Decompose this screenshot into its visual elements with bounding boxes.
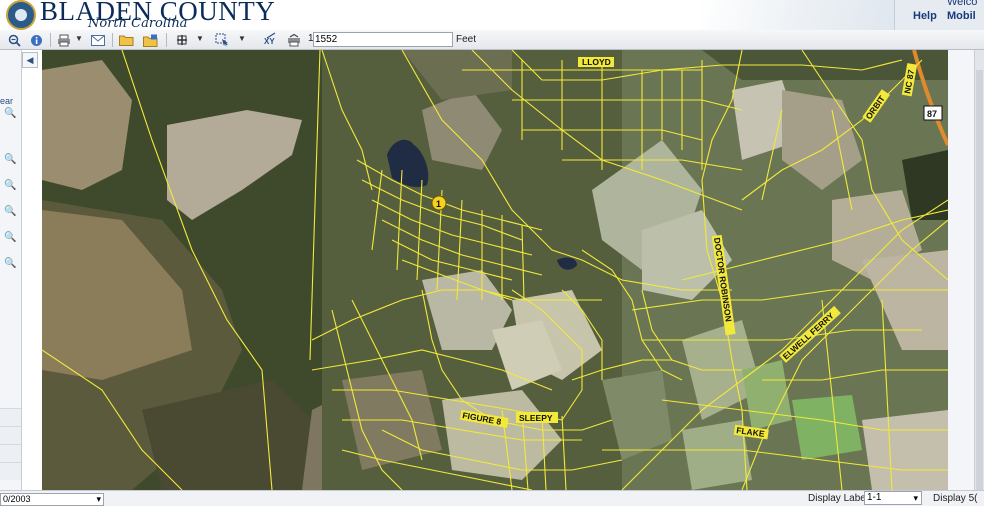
measure-dropdown-caret[interactable]: ▼ bbox=[196, 34, 204, 43]
print-dropdown-caret[interactable]: ▼ bbox=[75, 34, 83, 43]
highway-shield-87: 87 bbox=[927, 109, 937, 119]
list-item bbox=[0, 462, 21, 480]
road-label-lloyd: LLOYD bbox=[582, 57, 611, 67]
folder-save-icon[interactable] bbox=[142, 32, 158, 48]
zoom-out-icon[interactable] bbox=[6, 32, 22, 48]
search-icon[interactable]: 🔍 bbox=[4, 154, 16, 166]
scrollbar-thumb[interactable] bbox=[976, 70, 983, 506]
help-link[interactable]: Help bbox=[913, 10, 937, 22]
search-icon[interactable]: 🔍 bbox=[4, 206, 16, 218]
info-icon[interactable] bbox=[28, 32, 44, 48]
county-seal-icon bbox=[6, 0, 36, 30]
marker-label: 1 bbox=[436, 199, 441, 209]
gis-app: BLADEN COUNTY North Carolina Welco Help … bbox=[0, 0, 984, 506]
display-option-label: Display 5( bbox=[933, 493, 978, 504]
date-select[interactable]: 0/2003 bbox=[0, 493, 104, 506]
clear-link[interactable]: ear bbox=[0, 96, 13, 106]
map-view[interactable]: LLOYD ORBIT NC 87 87 DOCTOR ROBINSON ELW… bbox=[42, 50, 948, 490]
print-icon[interactable] bbox=[56, 32, 72, 48]
print-map-icon[interactable] bbox=[286, 32, 302, 48]
state-name-logo: North Carolina bbox=[88, 16, 188, 31]
welcome-text: Welco bbox=[947, 0, 978, 8]
toolbar-separator bbox=[112, 33, 113, 47]
collapse-left-button[interactable]: ◀ bbox=[22, 52, 38, 68]
search-icon[interactable]: 🔍 bbox=[4, 232, 16, 244]
toolbar-separator bbox=[166, 33, 167, 47]
list-item bbox=[0, 408, 21, 426]
list-item bbox=[0, 426, 21, 444]
right-panel bbox=[948, 50, 984, 506]
display-labels-value: 1-1 bbox=[867, 492, 882, 503]
email-icon[interactable] bbox=[90, 32, 106, 48]
search-icon[interactable]: 🔍 bbox=[4, 180, 16, 192]
road-label-sleepy: SLEEPY bbox=[519, 413, 553, 423]
mobile-link[interactable]: Mobil bbox=[947, 10, 976, 22]
header: BLADEN COUNTY North Carolina Welco Help … bbox=[0, 0, 984, 31]
select-tool-icon[interactable] bbox=[214, 32, 230, 48]
search-icon[interactable]: 🔍 bbox=[4, 108, 16, 120]
toolbar-separator bbox=[50, 33, 51, 47]
map-marker[interactable]: 1 bbox=[431, 195, 447, 211]
header-swoosh bbox=[700, 0, 900, 30]
folder-open-icon[interactable] bbox=[118, 32, 134, 48]
scale-input[interactable] bbox=[313, 32, 453, 47]
vertical-scrollbar[interactable] bbox=[974, 50, 984, 506]
display-labels-select[interactable]: 1-1 bbox=[864, 491, 922, 505]
toolbar: ▼ ▼ ▼ XY 1: Feet bbox=[0, 30, 984, 50]
list-item bbox=[0, 444, 21, 462]
scale-unit-label: Feet bbox=[456, 34, 477, 45]
header-links: Welco Help Mobil bbox=[894, 0, 984, 30]
measure-icon[interactable] bbox=[174, 32, 190, 48]
xy-coordinate-icon[interactable]: XY bbox=[262, 32, 280, 48]
date-select-value: 0/2003 bbox=[3, 494, 31, 504]
select-dropdown-caret[interactable]: ▼ bbox=[238, 34, 246, 43]
left-panel: ear 🔍 🔍 🔍 🔍 🔍 🔍 bbox=[0, 50, 22, 491]
aerial-map[interactable]: LLOYD ORBIT NC 87 87 DOCTOR ROBINSON ELW… bbox=[42, 50, 948, 490]
search-icon[interactable]: 🔍 bbox=[4, 258, 16, 270]
